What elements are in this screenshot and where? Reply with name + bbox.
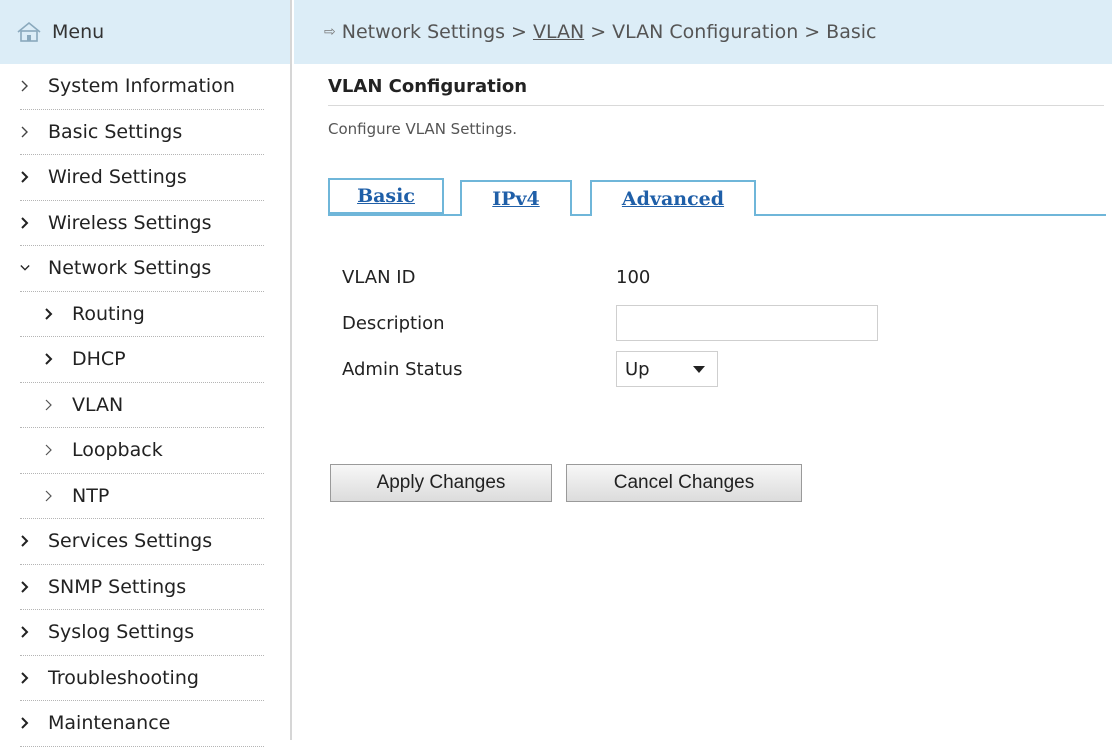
chevron-right-icon [44,399,72,411]
description-label: Description [342,312,445,334]
chevron-right-icon [44,353,72,365]
menu-title: Menu [52,21,105,43]
chevron-right-icon [20,535,48,547]
nav-item-dhcp[interactable]: DHCP [20,337,264,383]
nav-item-label: Loopback [72,439,163,462]
main-content: ⇨ Network Settings > VLAN > VLAN Configu… [294,0,1112,740]
nav-item-network-settings[interactable]: Network Settings [20,246,264,292]
nav-item-label: Syslog Settings [48,621,195,644]
nav-item-label: DHCP [72,348,126,371]
admin-status-select[interactable]: Up [616,351,718,387]
nav-item-label: NTP [72,484,110,507]
chevron-right-icon [20,217,48,229]
tab-basic[interactable]: Basic [328,178,444,216]
nav-item-label: Wired Settings [48,166,187,189]
nav-item-label: SNMP Settings [48,575,187,598]
vlan-form: VLAN ID 100 Description Admin Status Up [342,254,878,392]
chevron-right-icon [20,717,48,729]
admin-status-label: Admin Status [342,358,463,380]
apply-changes-button[interactable]: Apply Changes [330,464,552,502]
vlan-id-value: 100 [616,266,651,288]
nav-item-label: Basic Settings [48,120,183,143]
breadcrumb: ⇨ Network Settings > VLAN > VLAN Configu… [294,0,1112,64]
breadcrumb-vlan-configuration: VLAN Configuration [612,21,799,43]
breadcrumb-vlan-link[interactable]: VLAN [533,21,584,43]
chevron-right-icon [44,308,72,320]
chevron-right-icon [20,581,48,593]
nav-item-troubleshooting[interactable]: Troubleshooting [20,656,264,701]
nav-item-services-settings[interactable]: Services Settings [20,519,264,565]
nav-item-label: Troubleshooting [48,666,199,689]
chevron-right-icon [44,444,72,456]
admin-status-value: Up [625,358,650,380]
nav-item-system-information[interactable]: System Information [20,64,264,110]
nav-item-loopback[interactable]: Loopback [20,428,264,474]
nav-item-routing[interactable]: Routing [20,292,264,337]
nav-item-label: Maintenance [48,712,171,735]
nav-item-basic-settings[interactable]: Basic Settings [20,110,264,155]
nav-item-label: Network Settings [48,257,212,280]
nav-list: System Information Basic Settings Wired … [0,64,290,747]
nav-item-ntp[interactable]: NTP [20,474,264,519]
nav-item-wireless-settings[interactable]: Wireless Settings [20,201,264,246]
chevron-right-icon [44,490,72,502]
menu-header: Menu [0,0,290,64]
sidebar: Menu System Information Basic Settings W… [0,0,292,747]
nav-item-label: VLAN [72,393,124,416]
chevron-right-icon [20,171,48,183]
nav-item-label: Wireless Settings [48,211,212,234]
admin-status-row: Admin Status Up [342,346,878,392]
chevron-right-icon [20,626,48,638]
cancel-changes-button[interactable]: Cancel Changes [566,464,802,502]
tab-bar: Basic IPv4 Advanced [328,178,1106,216]
vlan-id-row: VLAN ID 100 [342,254,878,300]
chevron-right-icon [20,126,48,138]
nav-item-vlan[interactable]: VLAN [20,383,264,428]
vlan-id-label: VLAN ID [342,266,416,288]
chevron-right-icon [20,80,48,92]
description-input[interactable] [616,305,878,341]
caret-down-icon [693,365,705,373]
page-title: VLAN Configuration [328,76,1104,106]
page-description: Configure VLAN Settings. [328,120,517,138]
home-icon [17,21,41,42]
chevron-down-icon [20,262,48,274]
breadcrumb-separator: > [511,21,527,43]
form-buttons: Apply Changes Cancel Changes [330,464,802,502]
nav-item-label: Services Settings [48,530,213,553]
description-row: Description [342,300,878,346]
chevron-right-icon [20,672,48,684]
nav-item-snmp-settings[interactable]: SNMP Settings [20,565,264,610]
breadcrumb-separator: > [804,21,821,43]
nav-item-syslog-settings[interactable]: Syslog Settings [20,610,264,656]
breadcrumb-basic: Basic [826,21,877,43]
tab-advanced[interactable]: Advanced [590,180,756,216]
nav-item-wired-settings[interactable]: Wired Settings [20,155,264,201]
nav-item-label: Routing [72,302,145,325]
breadcrumb-separator: > [590,21,607,43]
breadcrumb-network-settings: Network Settings [341,21,506,43]
arrow-right-icon: ⇨ [324,24,336,40]
nav-item-label: System Information [48,75,235,98]
tab-ipv4[interactable]: IPv4 [460,180,572,216]
